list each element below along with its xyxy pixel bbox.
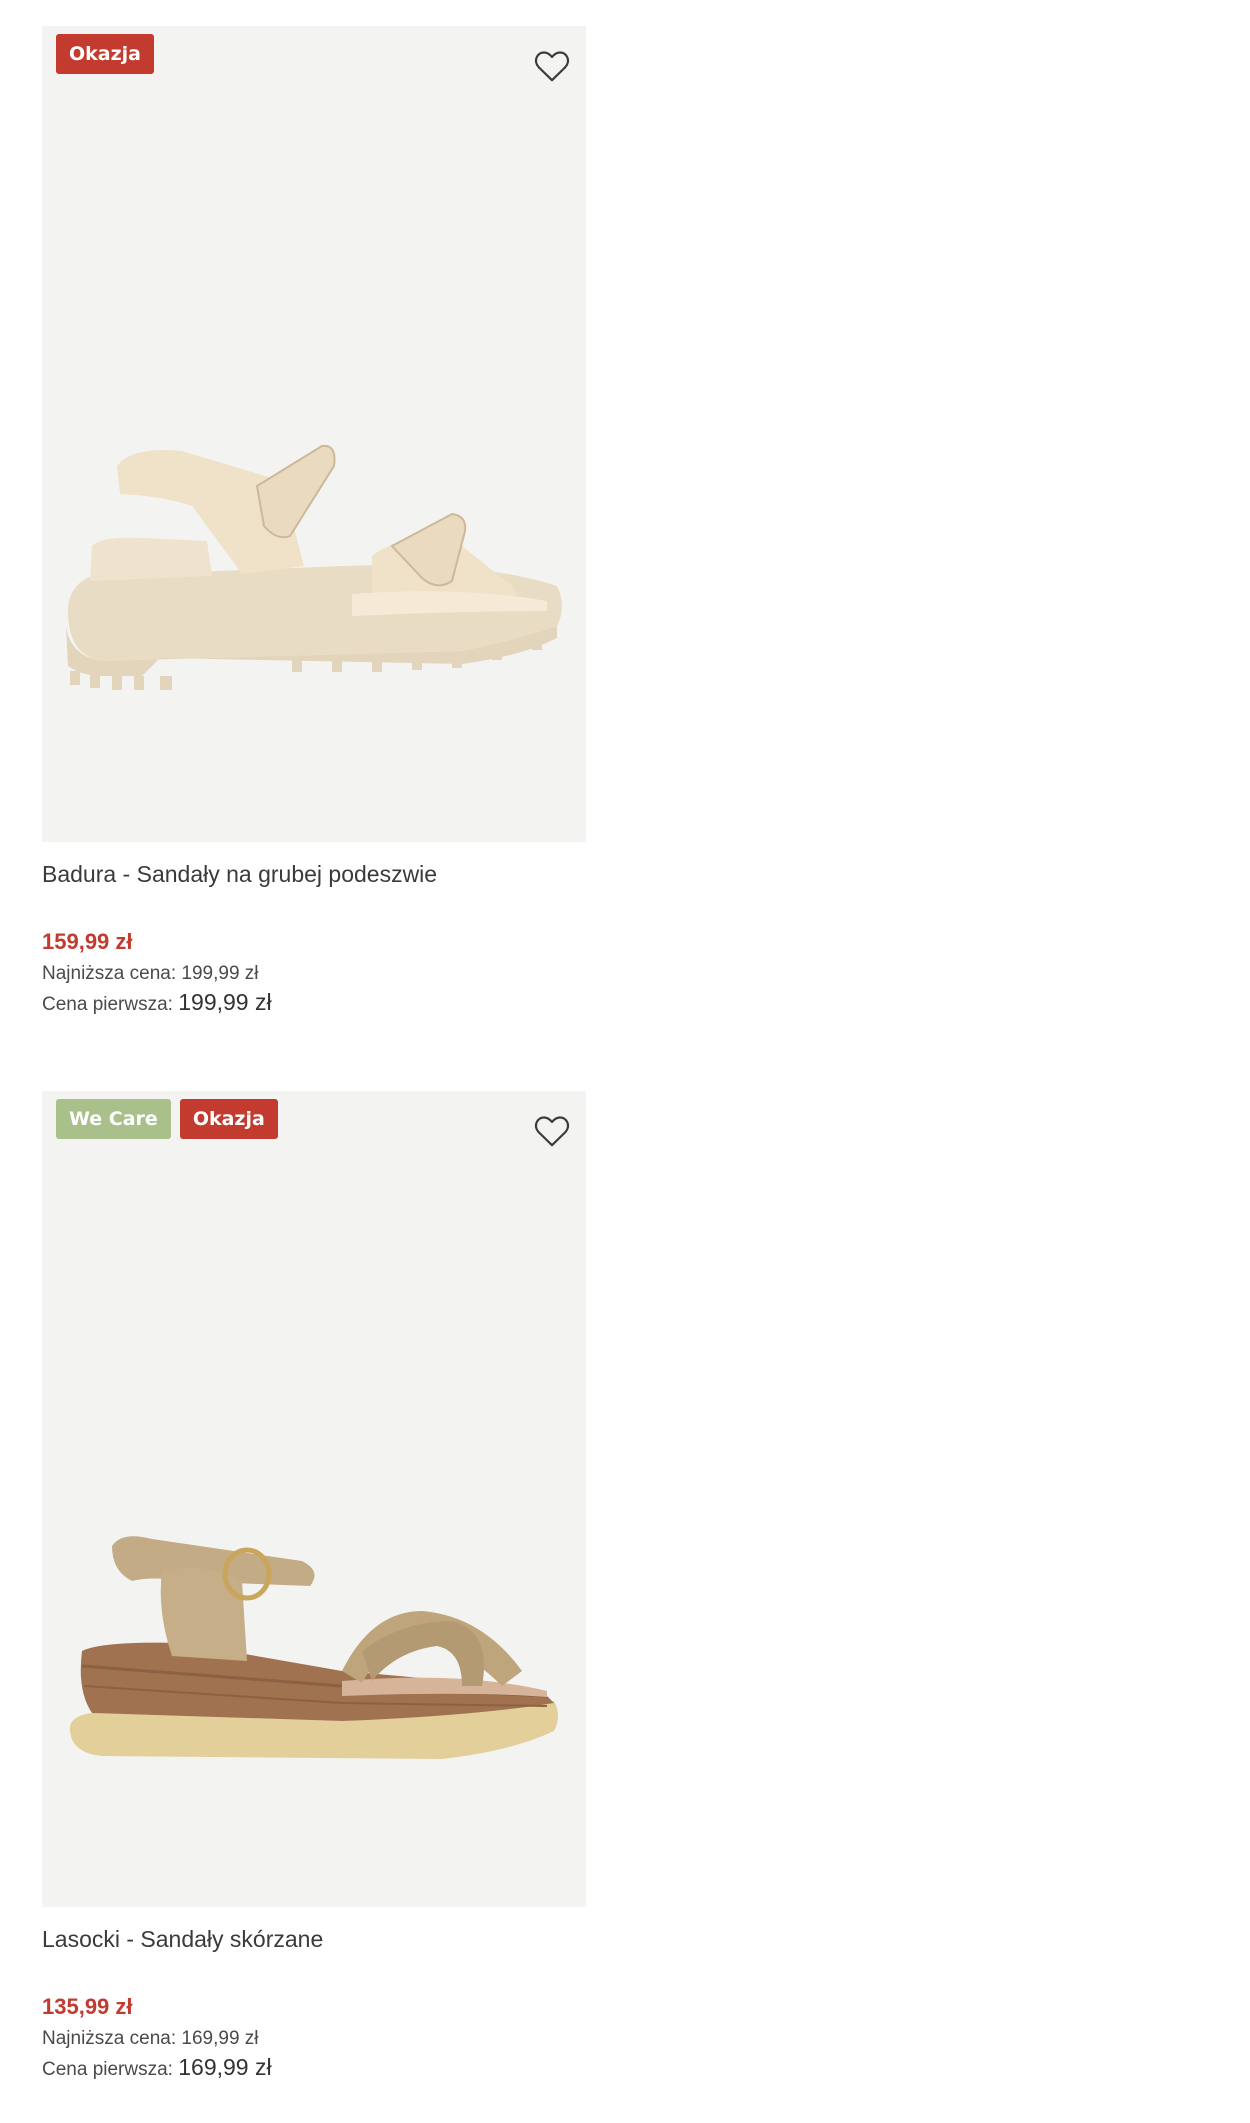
product-card[interactable]: Okazja Badura - Sandały na grubej podesz… [42,26,586,1016]
product-image[interactable]: We Care Okazja [42,1091,586,1907]
lowest-price-row: Najniższa cena: 199,99 zł [42,963,586,985]
lowest-price-row: Najniższa cena: 169,99 zł [42,2028,586,2050]
first-price-row: Cena pierwsza: 169,99 zł [42,2054,586,2081]
product-card[interactable]: We Care Okazja Lasocki - Sandały skórzan… [42,1091,586,2081]
first-price-label: Cena pierwsza: [42,2059,173,2080]
lowest-price-label: Najniższa cena: [42,963,177,984]
first-price-label: Cena pierwsza: [42,994,173,1015]
badge-group: We Care Okazja [56,1099,278,1139]
sale-badge: Okazja [56,34,155,74]
product-name[interactable]: Badura - Sandały na grubej podeszwie [42,859,586,889]
heart-outline-icon[interactable] [532,1111,572,1151]
product-image[interactable]: Okazja [42,26,586,842]
gold-wedge-sandal-image [69,1536,558,1759]
product-name[interactable]: Lasocki - Sandały skórzane [42,1924,586,1954]
badge-group: Okazja [56,34,155,74]
lowest-price-label: Najniższa cena: [42,2028,177,2049]
we-care-badge: We Care [56,1099,171,1139]
lowest-price-value: 169,99 zł [181,2028,259,2049]
first-price-value: 169,99 zł [178,2054,272,2080]
beige-chunky-sandal-image [66,444,562,690]
lowest-price-value: 199,99 zł [181,963,259,984]
first-price-row: Cena pierwsza: 199,99 zł [42,989,586,1016]
first-price-value: 199,99 zł [178,989,272,1015]
sale-badge: Okazja [179,1099,278,1139]
heart-outline-icon[interactable] [532,46,572,86]
sale-price: 135,99 zł [42,1994,133,2019]
sale-price: 159,99 zł [42,929,133,954]
